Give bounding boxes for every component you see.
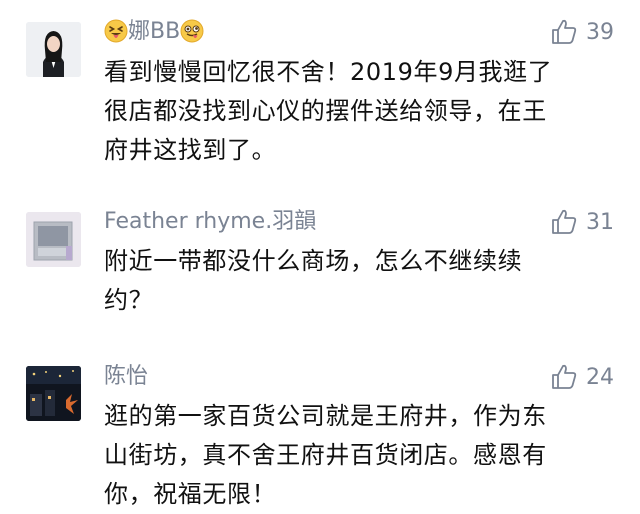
avatar-photo [26,212,81,267]
like-button[interactable]: 24 [550,363,614,391]
comment-author-name: Feather rhyme.羽韻 [104,209,317,234]
winking-tongue-emoji-icon [180,19,204,43]
comment-author[interactable]: 陈怡 [104,363,148,391]
avatar[interactable] [26,22,81,77]
like-count: 31 [586,209,614,235]
comment-text: 逛的第一家百货公司就是王府井，作为东 山街坊，真不舍王府井百货闭店。感恩有 你，… [104,402,547,508]
comment-author[interactable]: 娜BB [104,18,204,46]
avatar[interactable] [26,212,81,267]
comment-author-name: 陈怡 [104,364,149,389]
like-count: 39 [586,19,614,45]
comment-text: 附近一带都没什么商场，怎么不继续续 约？ [104,247,523,314]
like-count: 24 [586,364,614,390]
avatar-photo [26,366,81,421]
comment-author-name: 娜BB [128,19,181,44]
comment-item: Feather rhyme.羽韻 31 附近一带都没什么商场，怎么不继续续 约？ [0,200,640,330]
thumbs-up-icon [552,364,577,389]
comment-item: 陈怡 24 逛的第一家百货公司就是王府井，作为东 山街坊，真不舍王府井百货闭店。… [0,355,640,513]
like-button[interactable]: 31 [550,208,614,236]
comment-text: 看到慢慢回忆很不舍！2019年9月我逛了 很店都没找到心仪的摆件送给领导，在王 … [104,58,553,164]
comment-author[interactable]: Feather rhyme.羽韻 [104,208,316,236]
thumbs-up-icon [552,19,577,44]
avatar[interactable] [26,366,81,421]
thumbs-up-icon [552,209,577,234]
avatar-photo [26,22,81,77]
squinting-tongue-emoji-icon [104,19,128,43]
like-button[interactable]: 39 [550,18,614,46]
comment-item: 娜BB 39 看到慢慢回忆很不舍！2019年9月我逛了 很店都没找到心仪的摆件送… [0,0,640,170]
